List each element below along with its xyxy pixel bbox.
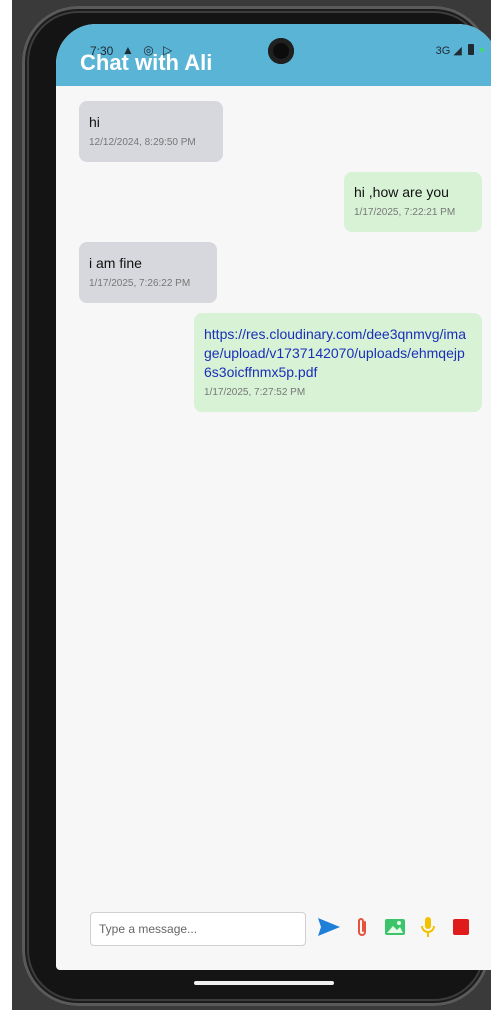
app-header: 7:30 ▲ ◎ ▷ Chat with Ali 3G ◢ — [56, 24, 491, 86]
message-bubble-sent: https://res.cloudinary.com/dee3qnmvg/ima… — [194, 313, 482, 412]
attach-button[interactable] — [349, 914, 375, 940]
message-composer — [56, 904, 491, 950]
voice-record-button[interactable] — [415, 914, 441, 940]
message-text: hi — [89, 114, 100, 130]
send-icon — [318, 918, 340, 936]
image-icon — [385, 919, 405, 935]
message-bubble-received: hi 12/12/2024, 8:29:50 PM — [79, 101, 223, 162]
front-camera — [268, 38, 294, 64]
microphone-icon — [421, 917, 435, 937]
status-indicators: 3G ◢ — [436, 44, 484, 57]
message-timestamp: 1/17/2025, 7:22:21 PM — [354, 207, 456, 218]
gesture-home-bar[interactable] — [194, 981, 334, 985]
message-text: i am fine — [89, 255, 142, 271]
signal-icon: ◢ — [453, 45, 462, 57]
network-type: 3G — [435, 45, 451, 57]
paperclip-icon — [358, 918, 366, 936]
message-text: hi ,how are you — [354, 184, 449, 200]
chat-title: Chat with Ali — [80, 50, 213, 75]
app-screen: 7:30 ▲ ◎ ▷ Chat with Ali 3G ◢ hi 12/12/2… — [56, 24, 491, 970]
message-input[interactable] — [90, 912, 306, 946]
privacy-dot-icon — [480, 48, 484, 52]
message-bubble-sent: hi ,how are you 1/17/2025, 7:22:21 PM — [344, 172, 482, 232]
stop-icon — [453, 919, 469, 935]
send-button[interactable] — [316, 914, 342, 940]
message-timestamp: 1/17/2025, 7:27:52 PM — [204, 387, 306, 398]
message-timestamp: 1/17/2025, 7:26:22 PM — [89, 278, 191, 289]
message-bubble-received: i am fine 1/17/2025, 7:26:22 PM — [79, 242, 217, 303]
stop-button[interactable] — [448, 914, 474, 940]
message-link[interactable]: https://res.cloudinary.com/dee3qnmvg/ima… — [204, 325, 472, 382]
battery-icon — [467, 44, 474, 55]
image-button[interactable] — [382, 914, 408, 940]
phone-frame: 7:30 ▲ ◎ ▷ Chat with Ali 3G ◢ hi 12/12/2… — [22, 6, 491, 1006]
message-timestamp: 12/12/2024, 8:29:50 PM — [89, 137, 196, 148]
